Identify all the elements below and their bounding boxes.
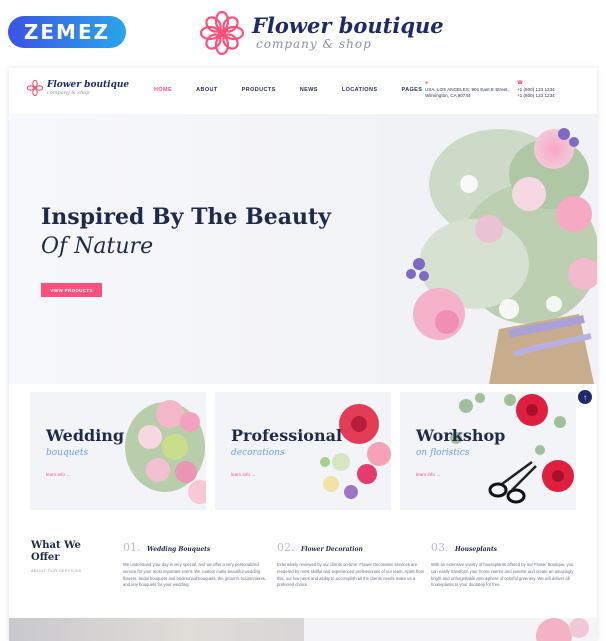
card-title: Wedding [46, 426, 125, 445]
site-logo[interactable]: Flower boutique company & shop [27, 80, 129, 96]
offer-item-title[interactable]: Flower Decoration [301, 546, 363, 553]
offer-item: 03. Houseplants With an extensive variet… [431, 538, 581, 589]
card-workshop[interactable]: Workshop on floristics learn info → [400, 392, 576, 510]
site-logo-tagline: company & shop [47, 90, 90, 96]
offer-item-title[interactable]: Wedding Bouquets [147, 546, 210, 553]
offer-number: 01. [123, 541, 141, 554]
card-wedding[interactable]: Wedding bouquets learn info → [30, 392, 206, 510]
gallery-image-right [304, 618, 597, 641]
flower-logo-icon [27, 80, 43, 96]
offer-section: What We Offer ABOUT OUR SERVICES 01. Wed… [9, 530, 597, 600]
card-subtitle: on floristics [416, 448, 470, 458]
offer-number: 02. [277, 541, 295, 554]
card-title: Professional [231, 426, 343, 445]
offer-item-text: We understand your day is very special, … [123, 562, 267, 588]
offer-title: What We Offer [31, 540, 81, 563]
service-cards: Wedding bouquets learn info → Profession… [9, 392, 597, 512]
zemez-label: ZEMEZ [23, 20, 111, 44]
nav-products[interactable]: PRODUCTS [242, 87, 276, 93]
brand-name: Flower boutique [252, 13, 444, 38]
view-products-button[interactable]: VIEW PRODUCTS [41, 283, 102, 297]
offer-item: 01. Wedding Bouquets We understand your … [123, 538, 273, 589]
wedding-flowers-image [125, 400, 206, 504]
flower-logo-icon [200, 11, 244, 55]
card-link[interactable]: learn info → [416, 472, 441, 477]
hero-bouquet-image [379, 114, 597, 384]
site-preview-frame: Flower boutique company & shop HOME ABOU… [9, 68, 597, 641]
offer-item-title[interactable]: Houseplants [455, 546, 497, 553]
phone-block: ☎ +1 (800) 123 1234 +1 (800) 123 1234 [517, 80, 555, 100]
address-line-2: Wilmington, CA 90744 [425, 93, 471, 98]
hero-title-line-2: Of Nature [41, 234, 154, 259]
hero-title-line-1: Inspired By The Beauty [41, 204, 331, 230]
card-link[interactable]: learn info → [46, 472, 71, 477]
offer-item-text: Extensively reviewed by our clients on-t… [277, 562, 425, 588]
site-logo-name: Flower boutique [47, 80, 130, 90]
offer-item-text: With an extensive variety of houseplants… [431, 562, 574, 588]
address-block: ● USA, LOS ANGELES, 901 East E Street, W… [425, 80, 509, 100]
arrow-up-icon: ↑ [583, 392, 587, 402]
nav-home[interactable]: HOME [154, 87, 172, 93]
promo-banner: ZEMEZ Flower boutique company & shop [0, 0, 606, 66]
zemez-badge[interactable]: ZEMEZ [8, 16, 126, 48]
site-header: Flower boutique company & shop HOME ABOU… [9, 68, 597, 114]
offer-item: 02. Flower Decoration Extensively review… [277, 538, 427, 589]
main-nav: HOME ABOUT PRODUCTS NEWS LOCATIONS PAGES [154, 87, 446, 93]
nav-pages[interactable]: PAGES [401, 87, 422, 93]
decoration-flowers-image [320, 404, 391, 499]
card-link[interactable]: learn info → [231, 472, 256, 477]
scroll-top-button[interactable]: ↑ [578, 390, 592, 404]
card-professional[interactable]: Professional decorations learn info → [215, 392, 391, 510]
brand-tagline: company & shop [256, 37, 372, 51]
nav-locations[interactable]: LOCATIONS [342, 87, 378, 93]
card-title: Workshop [416, 426, 506, 445]
brand-logo: Flower boutique company & shop [200, 10, 444, 56]
hero-section: Inspired By The Beauty Of Nature VIEW PR… [9, 114, 597, 384]
nav-about[interactable]: ABOUT [196, 87, 218, 93]
phone-2[interactable]: +1 (800) 123 1234 [517, 93, 555, 100]
gallery-image-left [9, 618, 304, 641]
card-subtitle: decorations [231, 448, 285, 458]
card-subtitle: bouquets [46, 448, 89, 458]
offer-number: 03. [431, 541, 449, 554]
gallery-flower-image [536, 618, 589, 641]
nav-news[interactable]: NEWS [300, 87, 318, 93]
offer-subtitle: ABOUT OUR SERVICES [31, 568, 82, 573]
